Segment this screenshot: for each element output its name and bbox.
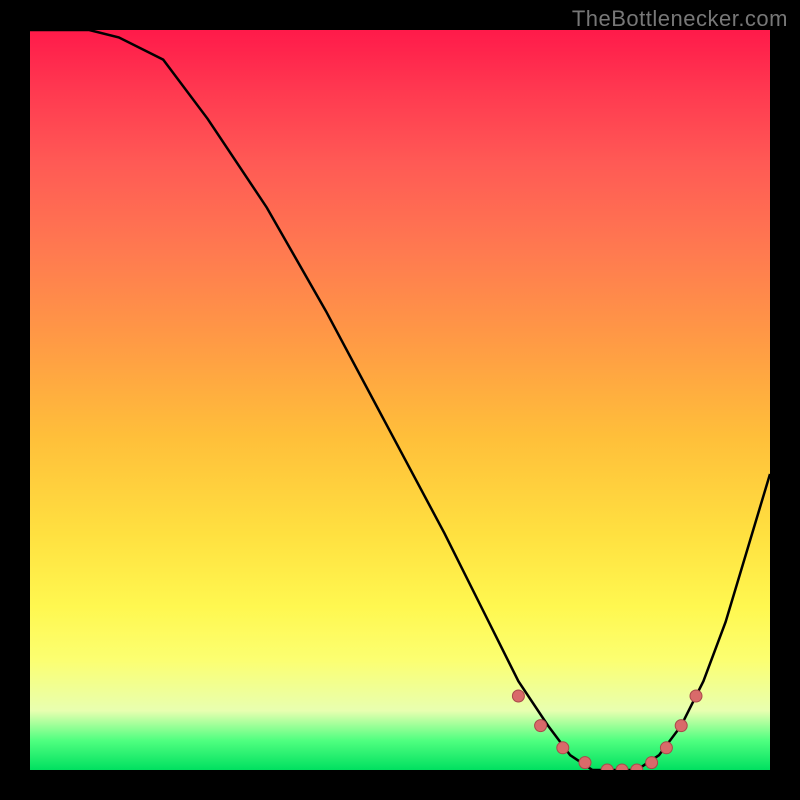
highlight-dot	[675, 720, 687, 732]
highlight-dot	[512, 690, 524, 702]
highlight-dots	[512, 690, 702, 770]
plot-area	[30, 30, 770, 770]
highlight-dot	[579, 757, 591, 769]
attribution-label: TheBottlenecker.com	[572, 6, 788, 32]
bottleneck-curve	[30, 30, 770, 770]
chart-container: TheBottlenecker.com	[0, 0, 800, 800]
highlight-dot	[616, 764, 628, 770]
curve-svg	[30, 30, 770, 770]
highlight-dot	[631, 764, 643, 770]
highlight-dot	[557, 742, 569, 754]
highlight-dot	[690, 690, 702, 702]
highlight-dot	[646, 757, 658, 769]
highlight-dot	[601, 764, 613, 770]
highlight-dot	[535, 720, 547, 732]
highlight-dot	[660, 742, 672, 754]
